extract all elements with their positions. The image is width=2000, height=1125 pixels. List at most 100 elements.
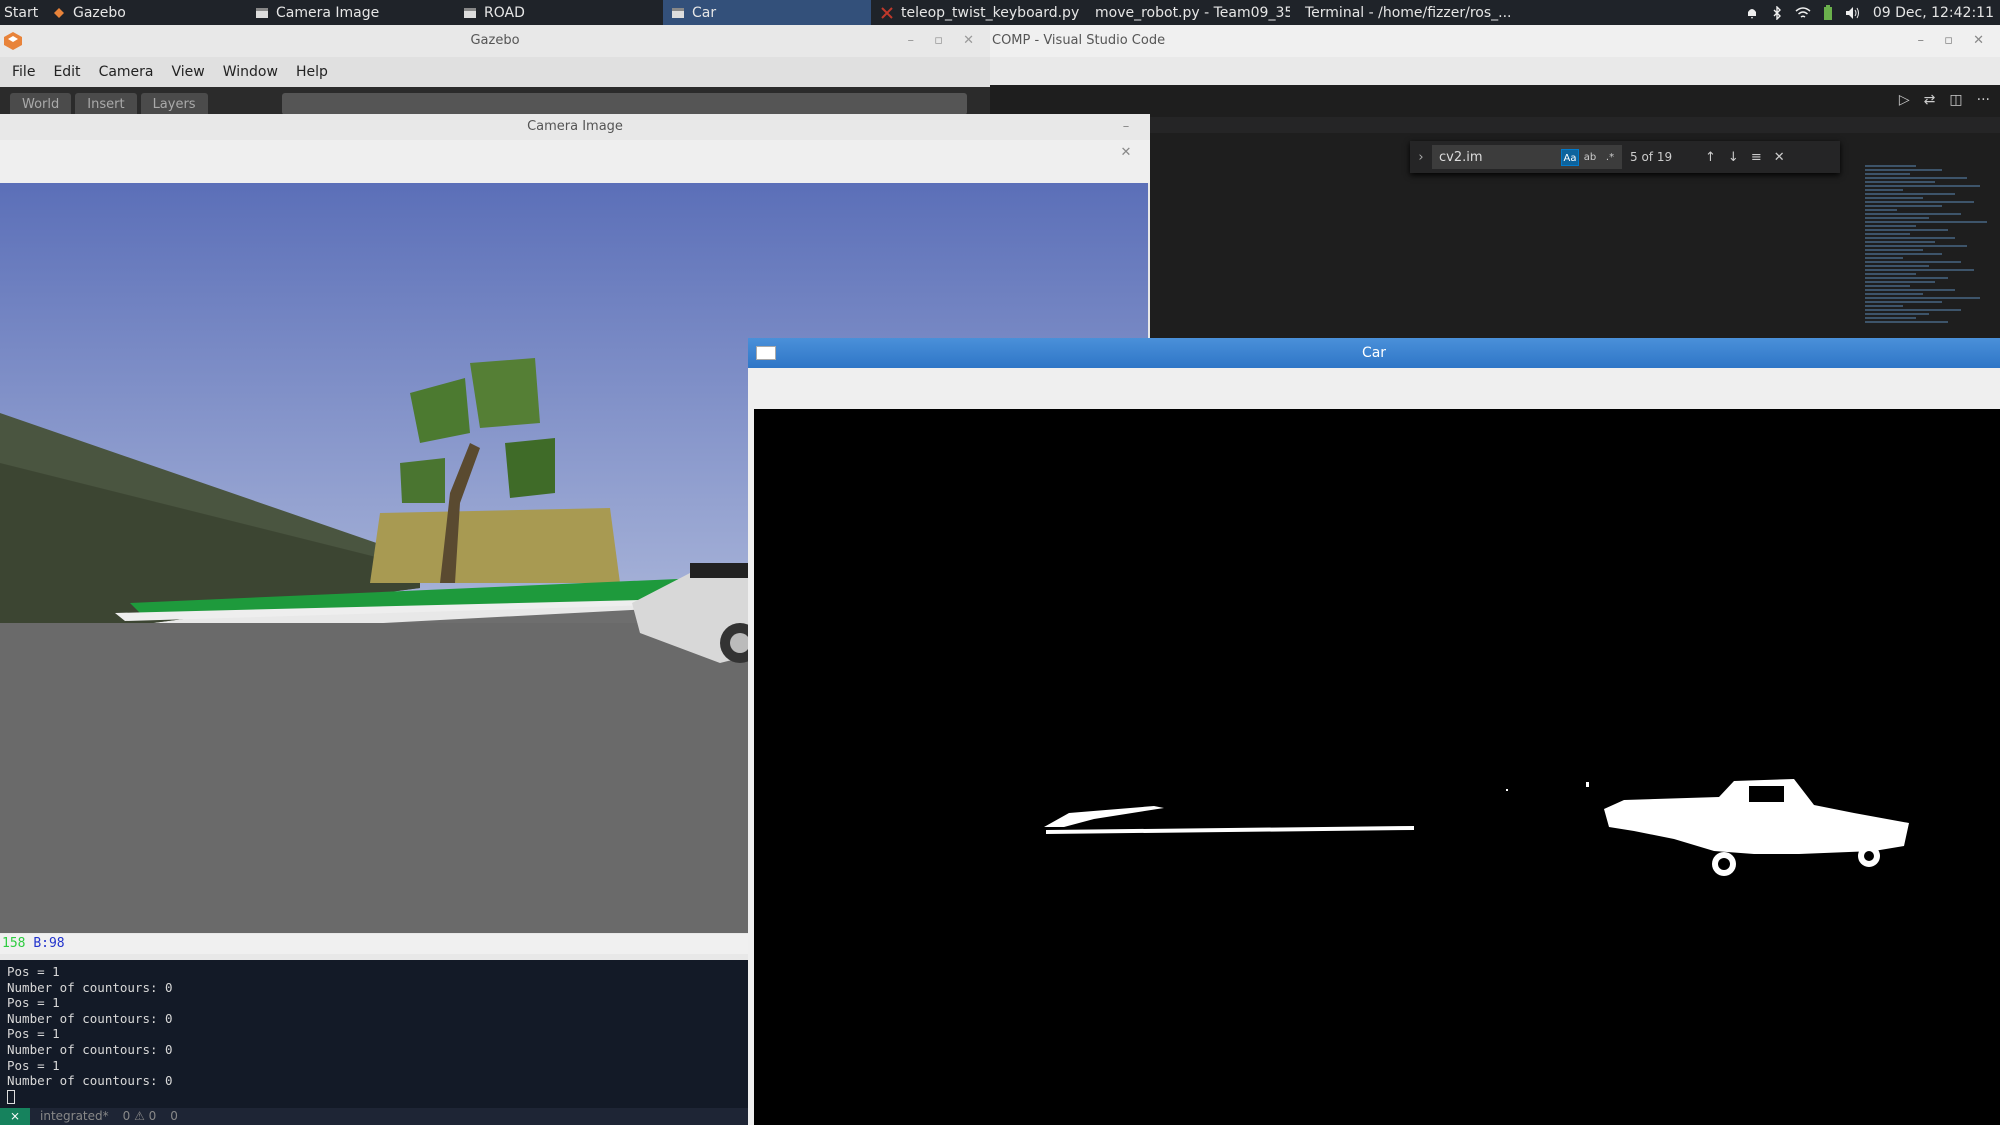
minimap-line bbox=[1865, 321, 1949, 323]
terminal-line: Number of countours: 0 bbox=[7, 1073, 173, 1089]
tab-insert[interactable]: Insert bbox=[75, 93, 137, 116]
minimap-line bbox=[1865, 317, 1917, 319]
minimap-line bbox=[1865, 185, 1981, 187]
minimap-line bbox=[1865, 301, 1942, 303]
window-controls[interactable]: – ▫ ✕ bbox=[1918, 25, 1992, 57]
terminal-panel[interactable]: Pos = 1 Number of countours: 0 Pos = 1 N… bbox=[0, 960, 752, 1108]
gazebo-titlebar: Gazebo – ▫ ✕ bbox=[0, 25, 990, 57]
task-camera-image[interactable]: Camera Image bbox=[247, 0, 447, 25]
minimap-line bbox=[1865, 293, 1923, 295]
minimap-line bbox=[1865, 197, 1923, 199]
battery-icon[interactable] bbox=[1823, 4, 1833, 21]
car-title: Car bbox=[1361, 345, 1387, 361]
pixel-g-value: 158 bbox=[2, 936, 26, 951]
system-tray: 09 Dec, 12:42:11 bbox=[1745, 0, 1994, 25]
gazebo-icon bbox=[54, 7, 64, 18]
task-label: Terminal - /home/fizzer/ros_... bbox=[1305, 4, 1510, 21]
menu-camera[interactable]: Camera bbox=[99, 64, 154, 80]
editor-toolbar: ▷ ⇄ ◫ ··· bbox=[990, 85, 2000, 117]
camera-titlebar: Camera Image – ✕ bbox=[0, 114, 1150, 160]
remote-icon[interactable]: ⨯ bbox=[0, 1108, 30, 1125]
branch-status[interactable]: integrated* bbox=[40, 1108, 109, 1125]
minimap-line bbox=[1865, 205, 1942, 207]
task-label: Car bbox=[692, 4, 717, 21]
minimap-line bbox=[1865, 249, 1923, 251]
camera-title: Camera Image bbox=[527, 119, 623, 134]
find-widget: › cv2.im Aa ab .* 5 of 19 ↑ ↓ ≡ ✕ bbox=[1410, 141, 1840, 173]
more-icon[interactable]: ··· bbox=[1977, 92, 1990, 108]
window-icon bbox=[672, 7, 684, 18]
tab-world[interactable]: World bbox=[10, 93, 72, 116]
vscode-title: COMP - Visual Studio Code bbox=[992, 33, 1166, 48]
whole-word-toggle[interactable]: ab bbox=[1581, 149, 1599, 166]
minimap-line bbox=[1865, 241, 1936, 243]
task-vscode[interactable]: move_robot.py - Team09_35... bbox=[1080, 0, 1290, 25]
match-count: 5 of 19 bbox=[1630, 150, 1673, 164]
task-terminal[interactable]: Terminal - /home/fizzer/ros_... bbox=[1290, 0, 1510, 25]
minimap-line bbox=[1865, 261, 1961, 263]
tab-layers[interactable]: Layers bbox=[140, 93, 208, 116]
wifi-icon[interactable] bbox=[1795, 6, 1811, 20]
diff-icon[interactable]: ⇄ bbox=[1924, 92, 1936, 108]
gazebo-toolbar[interactable] bbox=[282, 93, 967, 115]
x-icon bbox=[881, 6, 893, 19]
bluetooth-icon[interactable] bbox=[1771, 5, 1783, 20]
camera-toolbar bbox=[0, 140, 1150, 183]
task-car[interactable]: Car bbox=[663, 0, 871, 25]
minimap-line bbox=[1865, 253, 1942, 255]
task-teleop[interactable]: teleop_twist_keyboard.py bbox=[872, 0, 1080, 25]
menu-window[interactable]: Window bbox=[223, 64, 278, 80]
minimap-line bbox=[1865, 245, 1968, 247]
car-window: Car bbox=[748, 338, 2000, 1125]
ports-status[interactable]: 0 bbox=[170, 1108, 178, 1125]
previous-match-icon[interactable]: ↑ bbox=[1705, 150, 1716, 165]
terminal-line: Pos = 1 bbox=[7, 1026, 60, 1042]
minimap-line bbox=[1865, 297, 1981, 299]
binary-mask-view bbox=[754, 409, 2000, 1125]
task-label: ROAD bbox=[484, 4, 525, 21]
minimap-line bbox=[1865, 281, 1936, 283]
window-icon[interactable] bbox=[756, 346, 776, 360]
find-input[interactable]: cv2.im Aa ab .* bbox=[1432, 145, 1622, 169]
task-label: Gazebo bbox=[73, 4, 126, 21]
terminal-line: Pos = 1 bbox=[7, 1057, 60, 1073]
gazebo-window: Gazebo – ▫ ✕ File Edit Camera View Windo… bbox=[0, 25, 990, 125]
car-titlebar: Car bbox=[748, 338, 2000, 368]
start-button[interactable]: Start bbox=[0, 5, 44, 21]
regex-toggle[interactable]: .* bbox=[1601, 149, 1619, 166]
task-gazebo[interactable]: Gazebo bbox=[44, 0, 244, 25]
window-icon bbox=[256, 7, 268, 18]
minimap-line bbox=[1865, 189, 1904, 191]
minimap[interactable] bbox=[1865, 165, 1993, 365]
toggle-replace-icon[interactable]: › bbox=[1410, 150, 1432, 165]
task-road[interactable]: ROAD bbox=[455, 0, 655, 25]
match-case-toggle[interactable]: Aa bbox=[1561, 149, 1579, 166]
bell-icon[interactable] bbox=[1745, 6, 1759, 20]
minimap-line bbox=[1865, 217, 1929, 219]
minimap-line bbox=[1865, 169, 1942, 171]
clock[interactable]: 09 Dec, 12:42:11 bbox=[1873, 5, 1994, 21]
menu-file[interactable]: File bbox=[12, 64, 35, 80]
taskbar: Start Gazebo Camera Image ROAD Car teleo… bbox=[0, 0, 2000, 25]
minimap-line bbox=[1865, 269, 1974, 271]
problems-status[interactable]: 0 ⚠ 0 bbox=[123, 1108, 157, 1125]
menu-edit[interactable]: Edit bbox=[53, 64, 80, 80]
menu-help[interactable]: Help bbox=[296, 64, 328, 80]
gazebo-logo-icon bbox=[4, 32, 22, 50]
window-controls[interactable]: – ✕ bbox=[1110, 114, 1150, 166]
minimap-line bbox=[1865, 309, 1961, 311]
minimap-line bbox=[1865, 305, 1904, 307]
minimap-line bbox=[1865, 289, 1955, 291]
split-editor-icon[interactable]: ◫ bbox=[1949, 92, 1962, 108]
minimap-line bbox=[1865, 237, 1955, 239]
close-icon[interactable]: ✕ bbox=[1774, 150, 1785, 165]
minimap-line bbox=[1865, 209, 1897, 211]
run-icon[interactable]: ▷ bbox=[1899, 92, 1910, 108]
minimap-line bbox=[1865, 233, 1910, 235]
find-in-selection-icon[interactable]: ≡ bbox=[1751, 150, 1762, 165]
next-match-icon[interactable]: ↓ bbox=[1728, 150, 1739, 165]
menu-view[interactable]: View bbox=[172, 64, 205, 80]
minimap-line bbox=[1865, 177, 1968, 179]
window-controls[interactable]: – ▫ ✕ bbox=[908, 25, 982, 57]
volume-icon[interactable] bbox=[1845, 6, 1861, 20]
